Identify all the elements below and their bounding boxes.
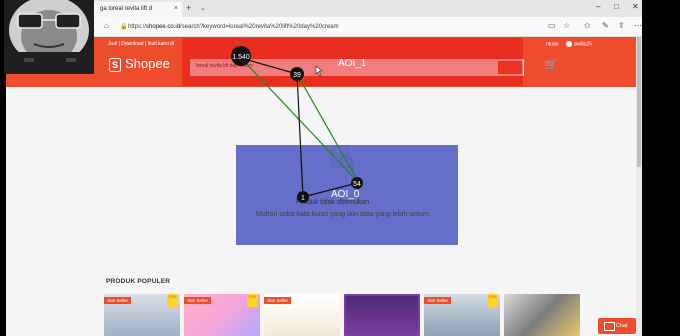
maximize-icon[interactable]: □	[614, 2, 619, 11]
tab-close-icon[interactable]: ×	[174, 5, 178, 12]
favorites-bar-icon[interactable]: ✩	[584, 21, 591, 30]
star-seller-badge: Star Seller	[104, 297, 132, 304]
more-icon[interactable]: ⋯	[634, 21, 642, 30]
logo-text: Shopee	[125, 56, 170, 71]
star-seller-badge: Star Seller	[184, 297, 212, 304]
reading-view-icon[interactable]: ▭	[548, 21, 556, 30]
shopee-bag-icon: S	[109, 57, 121, 72]
address-bar: ⌂ 🔒 https://shopee.co.id/search?keyword=…	[6, 17, 642, 37]
scrollbar[interactable]	[636, 37, 642, 336]
url-domain: shopee.co.id	[146, 24, 181, 30]
empty-state-title: Produk tidak ditemukan	[296, 199, 370, 206]
empty-state-subtitle: Mohon coba kata kunci yang lain atau yan…	[256, 211, 429, 218]
webcam-feed	[4, 0, 94, 74]
discount-badge: 53%	[247, 294, 258, 307]
chat-button[interactable]: Chat	[598, 318, 636, 334]
help-link[interactable]: ntuan	[546, 41, 559, 47]
product-card[interactable]: Star Seller 53%	[104, 294, 180, 336]
tab-menu-icon[interactable]: ⌄	[200, 4, 206, 12]
top-right-links: ntuan dwilla25	[546, 41, 592, 47]
favorite-star-icon[interactable]: ☆	[563, 21, 570, 30]
tab-title: ga loreal revita lift d	[100, 6, 153, 12]
pen-icon[interactable]: ✎	[602, 21, 609, 30]
product-card[interactable]: Star Seller 53%	[184, 294, 260, 336]
share-icon[interactable]: ⇪	[618, 21, 625, 30]
product-card[interactable]	[344, 294, 420, 336]
discount-badge: 53%	[487, 294, 498, 307]
avatar[interactable]	[565, 41, 572, 47]
screen: ga loreal revita lift d × + ⌄ – □ ✕ ⌂ 🔒 …	[0, 0, 680, 336]
shopee-logo[interactable]: S Shopee	[109, 56, 170, 72]
star-seller-badge: Star Seller	[264, 297, 292, 304]
url-prefix: https://	[128, 24, 147, 30]
discount-badge: 53%	[167, 294, 178, 307]
webcam-face-image	[4, 0, 94, 74]
home-icon[interactable]: ⌂	[104, 21, 109, 30]
browser-tab-bar: ga loreal revita lift d × + ⌄ – □ ✕	[6, 0, 642, 17]
star-seller-badge: Star Seller	[424, 297, 452, 304]
product-card[interactable]	[504, 294, 580, 336]
username[interactable]: dwilla25	[574, 41, 592, 47]
product-card[interactable]: Star Seller	[264, 294, 340, 336]
popular-section-title: PRODUK POPULER	[106, 278, 171, 285]
close-window-icon[interactable]: ✕	[632, 2, 639, 11]
lock-icon: 🔒	[120, 24, 128, 30]
product-card[interactable]: Star Seller 53%	[424, 294, 500, 336]
scroll-thumb[interactable]	[637, 37, 641, 167]
chat-label: Chat	[616, 323, 628, 329]
url-field[interactable]: https://shopee.co.id/search?keyword=lore…	[128, 24, 339, 30]
browser-tab[interactable]: ga loreal revita lift d ×	[94, 2, 182, 17]
minimize-icon[interactable]: –	[596, 2, 600, 11]
cart-icon[interactable]: 🛒	[544, 58, 558, 71]
aoi-1-label: AOI_1	[338, 58, 367, 69]
top-links[interactable]: Jual | Download | Ikuti kami di	[108, 41, 174, 47]
url-path: /search?keyword=loreal%20revita%20lift%2…	[180, 24, 339, 30]
new-tab-icon[interactable]: +	[186, 3, 191, 13]
